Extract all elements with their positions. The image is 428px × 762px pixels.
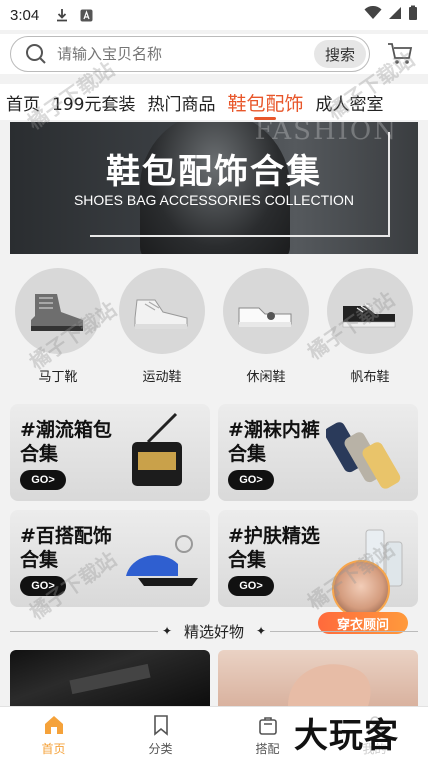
search-bar: 搜索 <box>0 34 428 74</box>
sneaker-icon <box>119 268 205 354</box>
section-title: 精选好物 <box>184 622 245 641</box>
category-label: 帆布鞋 <box>350 370 390 385</box>
banner-subtitle: SHOES BAG ACCESSORIES COLLECTION <box>73 192 355 208</box>
nav-label: 分类 <box>148 741 173 756</box>
category-row: 马丁靴 运动鞋 休闲鞋 帆布鞋 <box>0 262 428 392</box>
hero-banner[interactable]: FASHION 鞋包配饰合集 SHOES BAG ACCESSORIES COL… <box>10 122 418 254</box>
cart-icon[interactable] <box>386 41 414 67</box>
home-icon <box>42 713 66 737</box>
promo-card-title: #潮袜内裤 合集 <box>228 418 338 466</box>
promo-card-socks[interactable]: #潮袜内裤 合集 GO> <box>218 404 418 501</box>
category-casual-shoe[interactable]: 休闲鞋 <box>218 262 314 392</box>
nav-home[interactable]: 首页 <box>0 707 107 762</box>
bookmark-icon <box>149 713 173 737</box>
sparkle-icon: ✦ <box>161 624 172 638</box>
search-button[interactable]: 搜索 <box>314 40 366 68</box>
tab-hot-products[interactable]: 热门商品 <box>141 84 221 120</box>
promo-card-title-line1: #护肤精选 <box>228 525 320 547</box>
nav-label: 首页 <box>41 741 66 756</box>
promo-card-bags[interactable]: #潮流箱包 合集 GO> <box>10 404 210 501</box>
search-box[interactable]: 搜索 <box>10 36 370 72</box>
go-button[interactable]: GO> <box>228 470 274 490</box>
product-card-earring[interactable] <box>218 650 418 706</box>
nav-category[interactable]: 分类 <box>107 707 214 762</box>
category-sneaker[interactable]: 运动鞋 <box>114 262 210 392</box>
banner-bg-word: FASHION <box>254 122 398 146</box>
go-button[interactable]: GO> <box>228 576 274 596</box>
category-label: 休闲鞋 <box>246 370 286 385</box>
promo-card-title-line1: #潮袜内裤 <box>228 419 320 441</box>
category-label: 马丁靴 <box>38 370 78 385</box>
category-canvas-shoe[interactable]: 帆布鞋 <box>322 262 418 392</box>
category-label: 运动鞋 <box>142 370 182 385</box>
go-button[interactable]: GO> <box>20 576 66 596</box>
featured-section-header: ✦ 精选好物 ✦ <box>10 620 419 642</box>
go-button[interactable]: GO> <box>20 470 66 490</box>
status-time: 3:04 <box>10 6 40 24</box>
tab-shoes-bags[interactable]: 鞋包配饰 <box>221 84 309 120</box>
promo-card-title-line2: 合集 <box>228 443 267 465</box>
download-icon <box>55 8 69 22</box>
cap-image <box>118 518 204 602</box>
socks-image <box>324 412 412 496</box>
product-grid <box>10 650 418 706</box>
notification-app-icon <box>79 8 93 22</box>
advisor-avatar <box>332 560 390 618</box>
search-icon <box>25 43 47 65</box>
martin-boot-icon <box>15 268 101 354</box>
canvas-shoe-icon <box>327 268 413 354</box>
tab-199-set[interactable]: 199元套装 <box>46 84 141 120</box>
promo-card-title-line1: #百搭配饰 <box>20 525 112 547</box>
search-input[interactable] <box>57 45 297 63</box>
divider <box>10 630 158 632</box>
promo-card-title-line2: 合集 <box>20 443 59 465</box>
promo-card-accessories[interactable]: #百搭配饰 合集 GO> <box>10 510 210 607</box>
tab-adult-room[interactable]: 成人密室 <box>309 84 389 120</box>
ear-image <box>288 664 371 706</box>
tab-home[interactable]: 首页 <box>0 84 46 120</box>
promo-card-title: #百搭配饰 合集 <box>20 524 130 572</box>
category-martin-boot[interactable]: 马丁靴 <box>10 262 106 392</box>
wifi-icon <box>364 5 382 24</box>
signal-icon <box>388 6 402 24</box>
watermark-logo: 大玩客 <box>290 708 403 757</box>
promo-card-title: #潮流箱包 合集 <box>20 418 130 466</box>
sparkle-icon: ✦ <box>256 624 267 638</box>
belt-image <box>69 663 151 695</box>
category-tabs: 首页 199元套装 热门商品 鞋包配饰 成人密室 <box>0 84 428 120</box>
banner-title: 鞋包配饰合集 <box>106 152 322 192</box>
bag-image <box>118 412 204 496</box>
promo-card-title-line2: 合集 <box>20 549 59 571</box>
divider <box>270 630 419 632</box>
status-bar: 3:04 <box>0 0 428 30</box>
battery-icon <box>408 5 418 25</box>
casual-shoe-icon <box>223 268 309 354</box>
nav-label: 搭配 <box>255 741 280 756</box>
promo-card-title-line1: #潮流箱包 <box>20 419 112 441</box>
bag-icon <box>256 713 280 737</box>
product-card-belt[interactable] <box>10 650 210 706</box>
